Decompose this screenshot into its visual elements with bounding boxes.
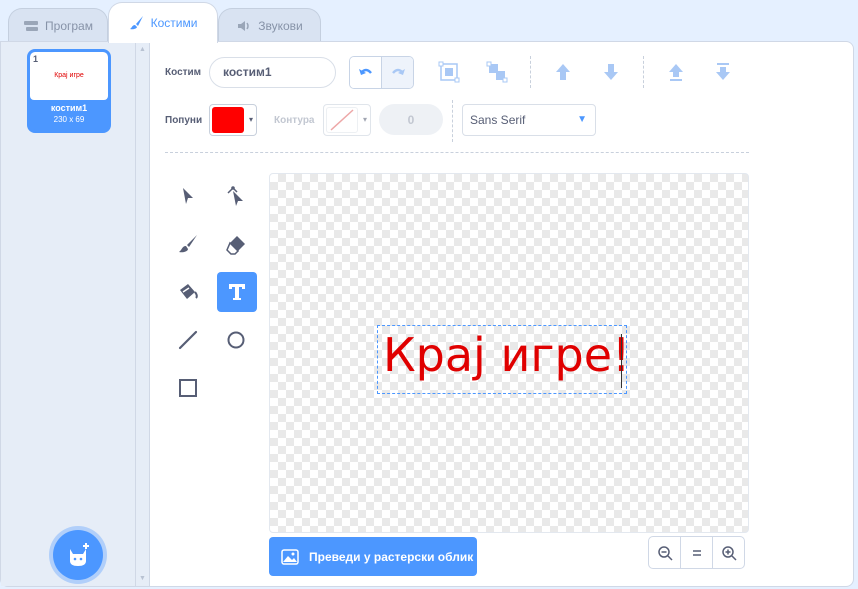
paint-canvas[interactable]: Крај игре! (269, 173, 749, 533)
costume-number: 1 (33, 54, 39, 64)
image-icon (281, 548, 299, 565)
costume-name-input[interactable]: костим1 (209, 57, 336, 88)
undo-button[interactable] (350, 57, 382, 88)
convert-to-bitmap-button[interactable]: Преведи у растерски облик (269, 537, 477, 576)
group-icon (438, 61, 460, 83)
undo-icon (358, 68, 372, 75)
tab-sounds-label: Звукови (258, 18, 303, 33)
arrow-pointer-icon (183, 188, 193, 204)
tab-sounds[interactable]: Звукови (218, 8, 321, 42)
toolbar-divider (643, 56, 644, 88)
tab-code-label: Програм (45, 18, 93, 33)
tab-costumes-label: Костими (150, 16, 198, 30)
redo-button[interactable] (382, 57, 413, 88)
fill-color-picker[interactable]: ▾ (209, 104, 257, 136)
tab-costumes[interactable]: Костими (108, 2, 218, 43)
forward-button[interactable] (550, 59, 576, 85)
reshape-tool[interactable] (216, 176, 256, 216)
reshape-icon (227, 186, 243, 206)
zoom-controls (648, 536, 745, 569)
bring-to-front-icon (669, 64, 683, 81)
circle-icon (227, 331, 245, 349)
toolbar-divider (452, 100, 453, 142)
zoom-reset-icon (692, 549, 701, 556)
add-costume-button[interactable] (53, 530, 103, 580)
text-object[interactable]: Крај игре! (377, 325, 630, 394)
brush-icon (129, 16, 143, 30)
chevron-down-icon: ▾ (248, 115, 253, 124)
costume-size: 230 x 69 (53, 115, 85, 124)
costume-thumbnail-text: Крај игре (54, 72, 84, 79)
ungroup-icon (486, 61, 508, 83)
costume-thumbnail: 1 Крај игре (30, 52, 108, 100)
speaker-icon (238, 20, 249, 31)
redo-icon (391, 68, 405, 75)
costume-editor-panel: 1 Крај игре костим1 230 x 69 ▲ ▼ Костим … (0, 41, 854, 587)
editor-tabs: Програм Костими Звукови (0, 0, 858, 43)
code-icon (24, 20, 39, 31)
undo-redo-group (349, 56, 414, 89)
ungroup-button[interactable] (484, 59, 510, 85)
convert-button-label: Преведи у растерски облик (309, 549, 474, 564)
toolbar-divider (165, 152, 749, 153)
scroll-down-icon[interactable]: ▼ (139, 575, 146, 582)
eraser-tool[interactable] (216, 224, 256, 264)
zoom-reset-button[interactable] (681, 537, 713, 568)
outline-width-input[interactable]: 0 (379, 104, 443, 135)
toolbar-divider (530, 56, 531, 88)
arrow-down-icon (604, 64, 618, 80)
outline-color-swatch (326, 107, 358, 133)
rectangle-icon (179, 379, 197, 397)
send-to-back-icon (716, 63, 730, 80)
brush-icon (179, 235, 197, 253)
front-button[interactable] (663, 59, 689, 85)
costume-item[interactable]: 1 Крај игре костим1 230 x 69 (27, 49, 111, 133)
costume-label: Костим (165, 67, 202, 78)
fill-color-swatch (212, 107, 244, 133)
zoom-in-button[interactable] (713, 537, 744, 568)
chevron-down-icon: ▾ (362, 115, 367, 124)
costume-name: костим1 (50, 103, 88, 113)
arrow-up-icon (556, 64, 570, 80)
line-icon (178, 330, 198, 350)
text-icon (229, 284, 245, 300)
caret-down-icon: ▼ (577, 114, 587, 125)
tab-code[interactable]: Програм (8, 8, 108, 42)
circle-tool[interactable] (216, 320, 256, 360)
brush-tool[interactable] (168, 224, 208, 264)
fill-label: Попуни (165, 115, 203, 126)
scroll-up-icon[interactable]: ▲ (139, 46, 146, 53)
outline-color-picker[interactable]: ▾ (323, 104, 371, 136)
paint-bucket-icon (180, 284, 198, 299)
zoom-in-icon (721, 545, 737, 561)
rectangle-tool[interactable] (168, 368, 208, 408)
costume-list: 1 Крај игре костим1 230 x 69 (1, 42, 136, 586)
no-color-icon (330, 109, 354, 131)
eraser-icon (226, 236, 245, 255)
select-tool[interactable] (168, 176, 208, 216)
back-button[interactable] (710, 59, 736, 85)
line-tool[interactable] (168, 320, 208, 360)
outline-label: Контура (274, 115, 315, 126)
font-select-value: Sans Serif (470, 113, 526, 127)
costume-list-scrollbar[interactable]: ▲ ▼ (136, 42, 150, 586)
canvas-text[interactable]: Крај игре! (383, 328, 630, 382)
text-cursor (621, 334, 622, 388)
zoom-out-icon (657, 545, 673, 561)
backward-button[interactable] (598, 59, 624, 85)
group-button[interactable] (436, 59, 462, 85)
cat-add-icon (70, 543, 89, 566)
fill-tool[interactable] (168, 272, 208, 312)
zoom-out-button[interactable] (649, 537, 681, 568)
text-tool[interactable] (217, 272, 257, 312)
font-select[interactable]: Sans Serif ▼ (462, 104, 596, 136)
